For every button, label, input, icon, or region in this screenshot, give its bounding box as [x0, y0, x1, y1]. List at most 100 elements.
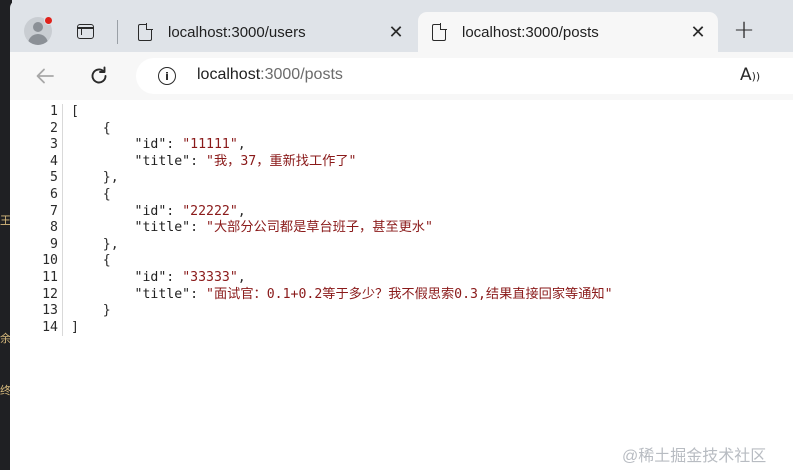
json-key: "title" — [134, 286, 191, 302]
line-number: 1 — [50, 104, 58, 119]
gutter-divider — [62, 153, 63, 171]
json-colon: : — [190, 286, 206, 302]
json-key: "title" — [134, 220, 191, 236]
json-viewer: 1[2 {3 "id": "11111", 4 "title": "我，37，重新… — [10, 104, 613, 337]
gutter-divider — [62, 286, 63, 304]
json-key: "id" — [134, 269, 167, 285]
json-string-value: "11111" — [182, 137, 238, 153]
page-content: 1[2 {3 "id": "11111", 4 "title": "我，37，重新… — [10, 100, 793, 470]
gutter-divider — [62, 236, 63, 254]
line-number: 9 — [50, 236, 58, 252]
gutter-divider — [62, 137, 63, 154]
line-number: 5 — [50, 170, 58, 186]
close-tab-icon[interactable]: ✕ — [686, 20, 710, 44]
json-bracket: { — [102, 186, 111, 202]
code-line: 11 "id": "33333", — [10, 269, 613, 287]
line-number: 10 — [42, 253, 58, 269]
json-bracket: }, — [102, 170, 119, 186]
address-bar[interactable]: i localhost:3000/posts A)) — [136, 58, 793, 94]
tab-title: localhost:3000/posts — [462, 23, 599, 41]
code-line: 3 "id": "11111", — [10, 137, 613, 154]
code-line: 5 }, — [10, 170, 613, 187]
tab-separator — [117, 20, 118, 44]
toolbar: i localhost:3000/posts A)) — [10, 52, 793, 100]
json-string-value: "我，37，重新找工作了" — [206, 153, 357, 169]
json-comma: , — [237, 137, 246, 153]
code-line: 8 "title": "大部分公司都是草台班子，甚至更水" — [10, 220, 613, 237]
line-number: 3 — [50, 137, 58, 153]
back-button[interactable] — [30, 61, 60, 91]
browser-window: localhost:3000/users ✕ localhost:3000/po… — [10, 0, 793, 470]
line-number: 11 — [42, 269, 58, 285]
json-bracket: [ — [71, 104, 79, 119]
json-comma: , — [237, 269, 246, 285]
code-line: 12 "title": "面试官：0.1+0.2等于多少？我不假思索0.3,结果… — [10, 286, 613, 304]
code-line: 10 { — [10, 253, 613, 270]
code-line: 9 }, — [10, 236, 613, 254]
json-bracket: } — [102, 303, 111, 319]
json-colon: : — [166, 137, 183, 153]
line-number: 8 — [50, 220, 58, 236]
tab-strip: localhost:3000/users ✕ localhost:3000/po… — [10, 0, 793, 52]
json-bracket: }, — [102, 236, 119, 252]
read-aloud-icon[interactable]: A)) — [740, 65, 760, 85]
tab-actions-menu-icon[interactable] — [72, 18, 98, 44]
gutter-divider — [62, 269, 63, 287]
reload-button[interactable] — [84, 61, 114, 91]
gutter-divider — [62, 253, 63, 270]
line-number: 2 — [50, 120, 58, 136]
json-key: "id" — [134, 203, 167, 219]
line-number: 14 — [42, 319, 58, 335]
code-line: 2 { — [10, 120, 613, 138]
code-line: 14] — [10, 319, 613, 337]
json-bracket: { — [102, 253, 111, 269]
url-path: :3000/posts — [260, 66, 343, 83]
code-line: 4 "title": "我，37，重新找工作了" — [10, 153, 613, 171]
tab-title: localhost:3000/users — [168, 23, 306, 41]
tab-users[interactable]: localhost:3000/users ✕ — [124, 12, 416, 52]
url-text[interactable]: localhost:3000/posts — [197, 66, 343, 84]
page-icon — [432, 22, 447, 41]
line-number: 7 — [50, 203, 58, 219]
reload-icon — [91, 66, 107, 84]
line-number: 4 — [50, 153, 58, 169]
gutter-divider — [62, 203, 63, 221]
json-colon: : — [166, 203, 183, 219]
gutter-divider — [62, 104, 63, 121]
json-string-value: "大部分公司都是草台班子，甚至更水" — [206, 220, 433, 236]
watermark: @稀土掘金技术社区 — [622, 448, 767, 465]
gutter-divider — [62, 186, 63, 204]
gutter-divider — [62, 319, 63, 337]
json-string-value: "面试官：0.1+0.2等于多少？我不假思索0.3,结果直接回家等通知" — [206, 286, 613, 302]
url-host: localhost — [197, 66, 261, 83]
json-colon: : — [166, 269, 183, 285]
notification-badge — [44, 16, 53, 25]
arrow-left-icon — [36, 68, 54, 84]
site-info-icon[interactable]: i — [158, 67, 176, 85]
json-key: "title" — [134, 153, 191, 169]
new-tab-button[interactable]: + — [731, 17, 757, 43]
line-number: 6 — [50, 186, 58, 202]
close-tab-icon[interactable]: ✕ — [384, 20, 408, 44]
line-number: 12 — [42, 286, 58, 302]
json-comma: , — [237, 203, 246, 219]
tab-posts[interactable]: localhost:3000/posts ✕ — [418, 12, 718, 52]
code-line: 6 { — [10, 186, 613, 204]
gutter-divider — [62, 220, 63, 237]
json-colon: : — [190, 153, 206, 169]
json-string-value: "33333" — [182, 269, 238, 285]
json-bracket: { — [102, 120, 111, 136]
gutter-divider — [62, 120, 63, 138]
page-icon — [138, 22, 153, 41]
gutter-divider — [62, 170, 63, 187]
